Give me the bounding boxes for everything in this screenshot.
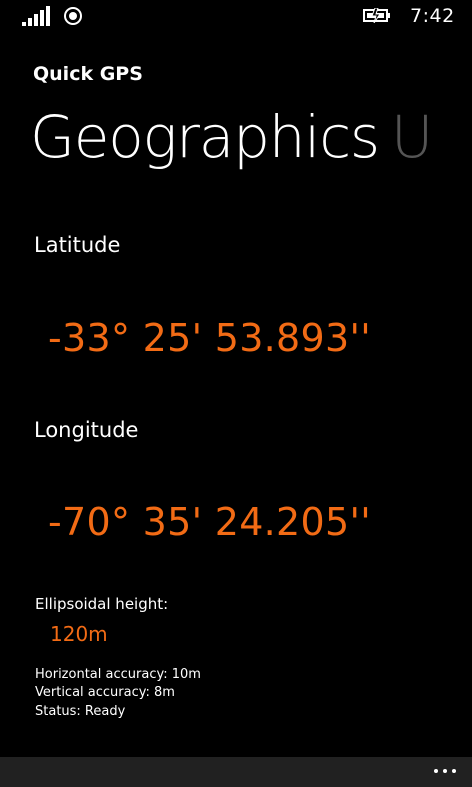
pivot-item-next[interactable]: U	[391, 103, 433, 171]
horizontal-accuracy: Horizontal accuracy: 10m	[35, 667, 201, 682]
pivot-header: Geographics U	[30, 92, 472, 182]
signal-strength-icon	[22, 6, 52, 26]
app-bar	[0, 757, 472, 787]
status-bar: 7:42	[0, 0, 472, 34]
latitude-label: Latitude	[34, 233, 121, 257]
vertical-accuracy: Vertical accuracy: 8m	[35, 685, 175, 700]
clock: 7:42	[410, 5, 455, 27]
longitude-value: -70° 35' 24.205''	[48, 500, 371, 544]
pivot-item-geographics[interactable]: Geographics	[30, 103, 380, 171]
height-label: Ellipsoidal height:	[35, 595, 169, 613]
latitude-value: -33° 25' 53.893''	[48, 316, 371, 360]
location-icon	[64, 7, 82, 25]
app-title: Quick GPS	[33, 63, 143, 85]
status-text: Status: Ready	[35, 704, 126, 719]
height-value: 120m	[50, 622, 108, 646]
battery-charging-icon	[363, 8, 390, 23]
longitude-label: Longitude	[34, 418, 139, 442]
ellipsis-icon[interactable]	[418, 757, 462, 787]
